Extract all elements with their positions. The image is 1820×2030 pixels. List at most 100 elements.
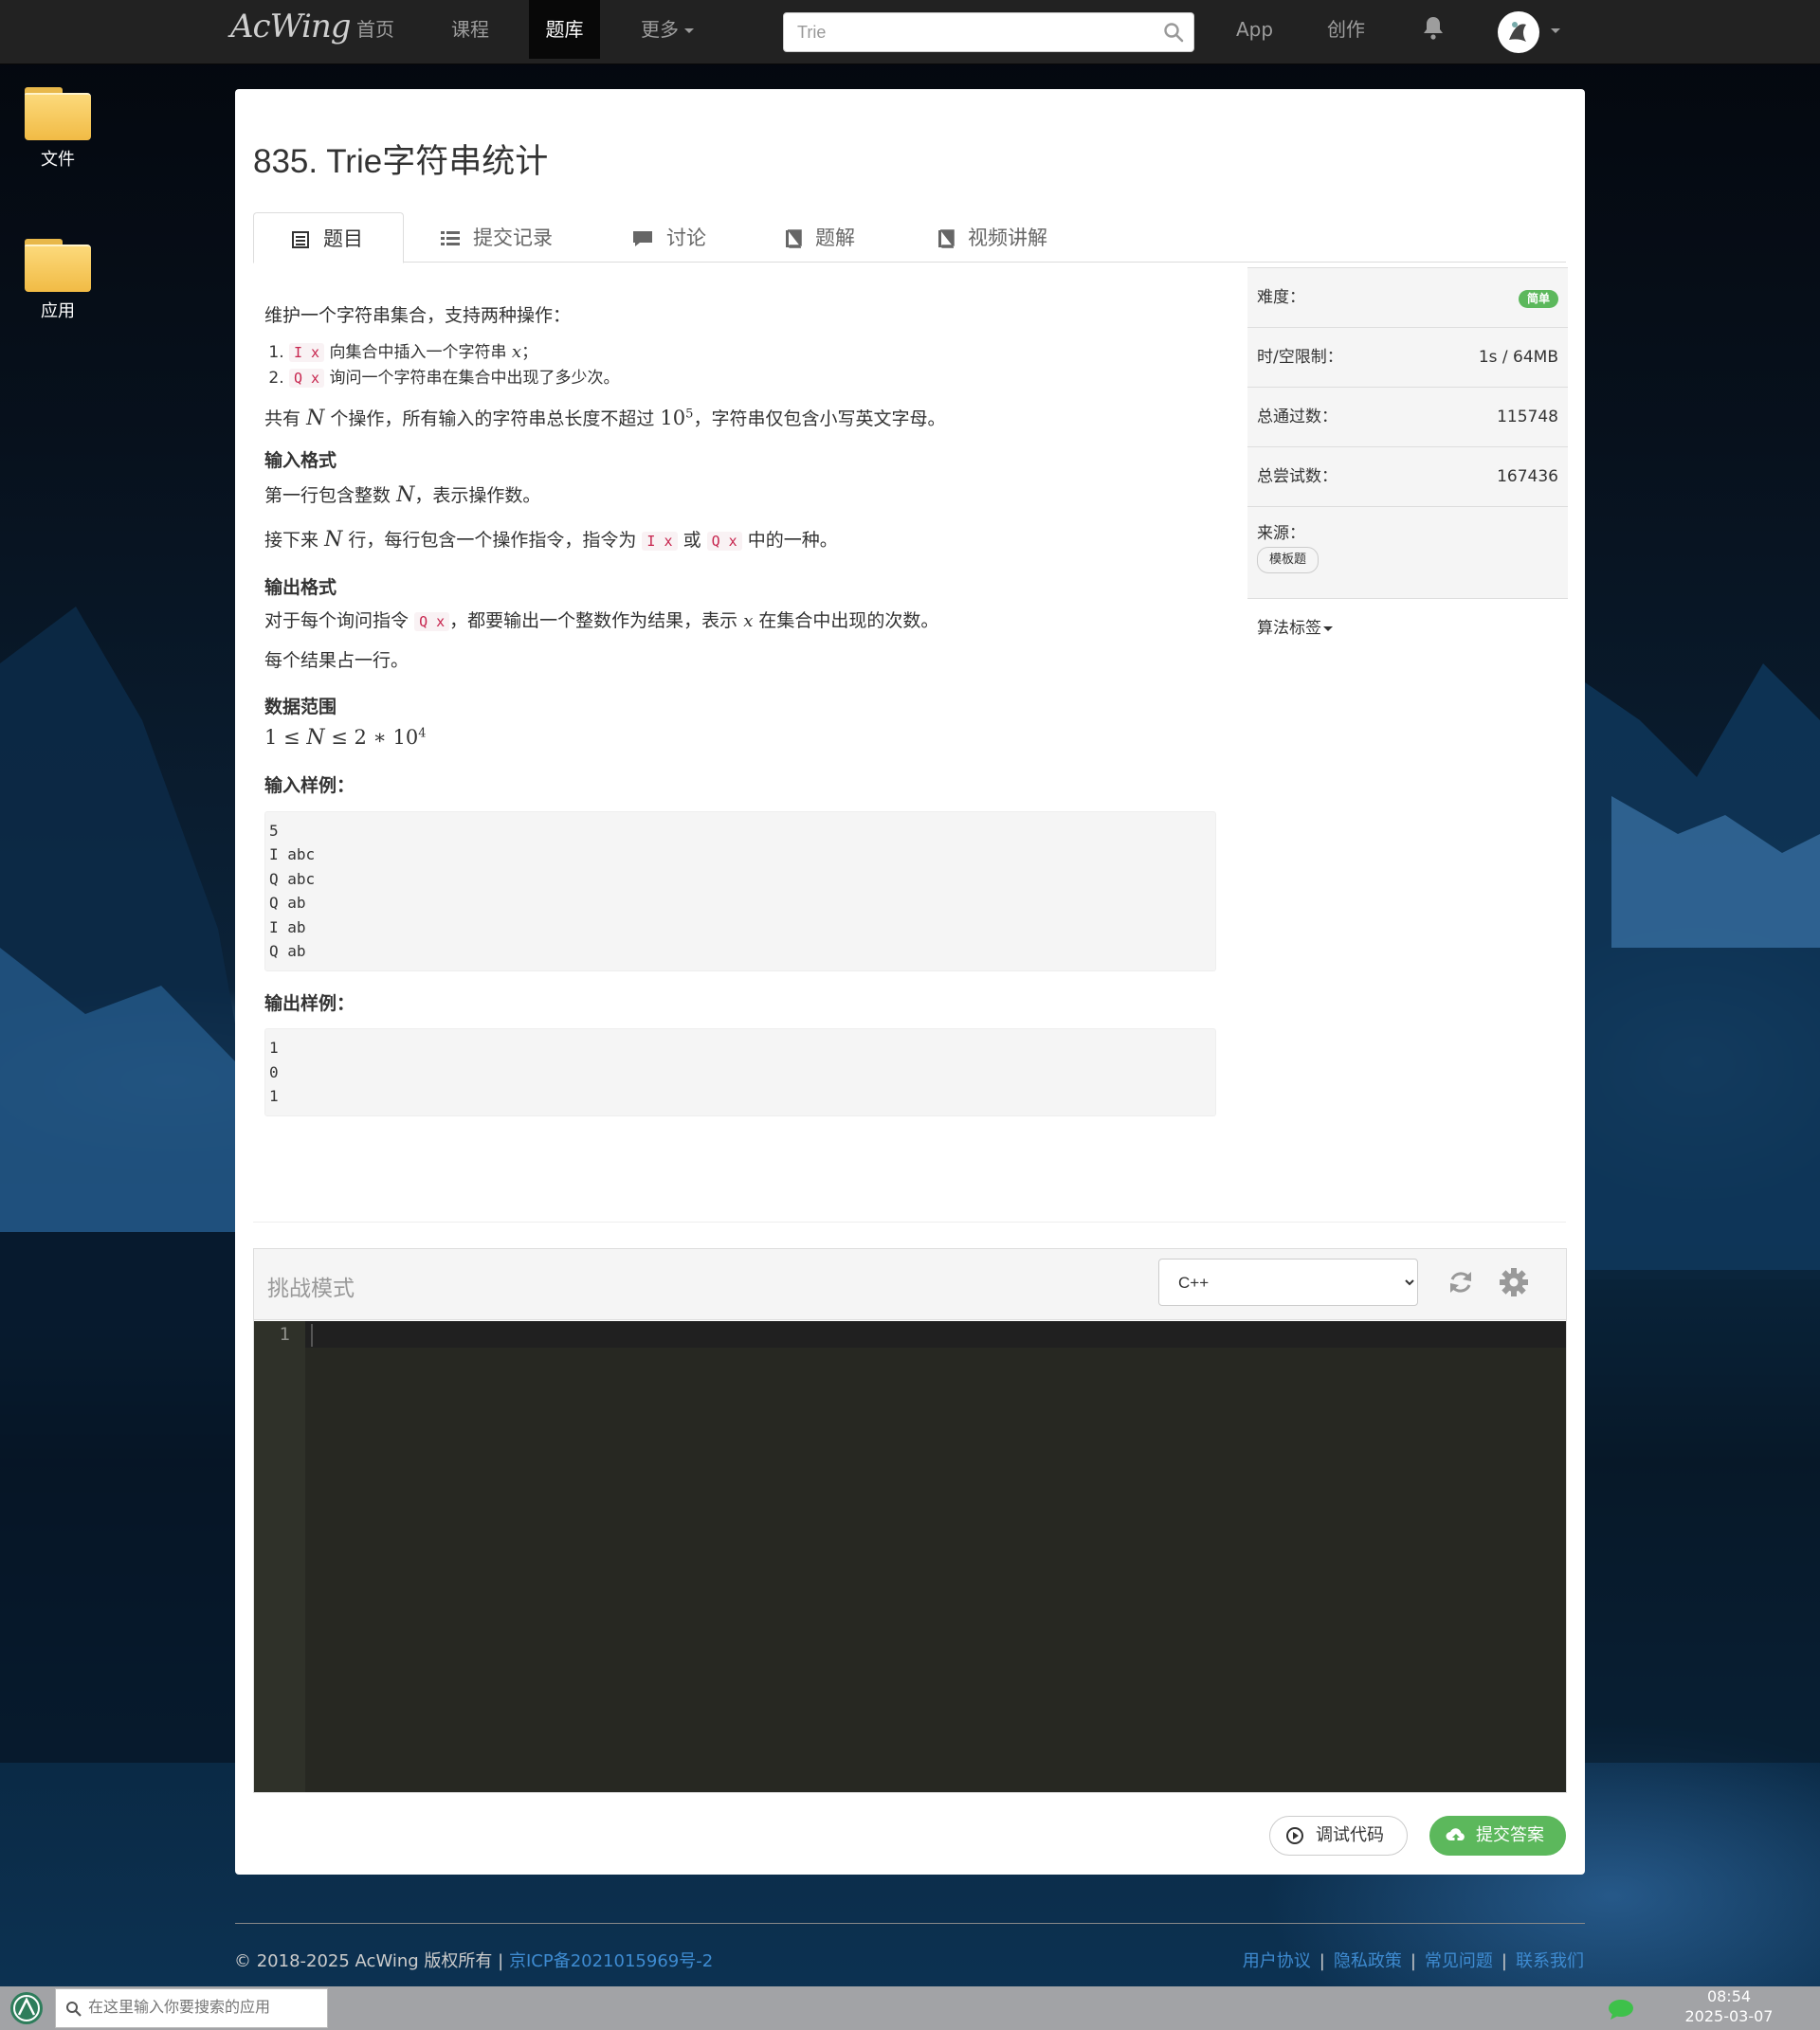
comment-icon [633,231,652,246]
text: ，表示操作数。 [414,485,541,506]
debug-code-button[interactable]: 调试代码 [1269,1816,1408,1856]
tab-discussion[interactable]: 讨论 [613,212,725,263]
problem-intro: 维护一个字符串集合，支持两种操作： [264,305,572,326]
user-menu-caret-icon[interactable] [1551,28,1560,33]
text-cursor [311,1324,313,1347]
search-icon [66,2002,82,2017]
nav-problems[interactable]: 题库 [529,0,600,59]
footer-sep: | [498,1951,504,1971]
gear-icon[interactable] [1499,1267,1529,1297]
footer-divider [235,1923,1585,1924]
nav-more-dropdown[interactable]: 更多 [624,0,711,59]
footer-link-privacy[interactable]: 隐私政策 [1334,1951,1402,1971]
text: 对于每个询问指令 [264,609,410,631]
desktop-icon-files[interactable]: 文件 [15,87,100,171]
section-heading: 输出格式 [264,577,337,598]
editor-toolbar: 挑战模式 C++ [254,1249,1566,1320]
inline-code: I x [289,342,325,362]
nav-create[interactable]: 创作 [1310,0,1382,59]
tab-solutions[interactable]: 题解 [766,212,874,263]
text: 共有 [264,408,301,429]
line-number: 1 [279,1324,290,1345]
problem-title: 835. Trie字符串统计 [253,143,549,180]
search-input[interactable] [784,13,1144,51]
section-heading: 输入格式 [264,449,337,471]
info-label: 时/空限制： [1257,348,1343,367]
start-menu-icon[interactable] [8,1990,46,2026]
chat-icon[interactable] [1607,1998,1635,2021]
section-heading: 输入样例： [264,775,355,796]
cloud-upload-icon [1446,1828,1465,1843]
icp-link[interactable]: 京ICP备2021015969号-2 [509,1951,713,1971]
list-icon [441,231,460,245]
code-editor-panel: 挑战模式 C++ 1 [253,1248,1567,1793]
folder-icon [25,87,91,140]
system-clock[interactable]: 08:54 2025-03-07 [1670,1986,1788,2026]
inline-code: Q x [706,532,742,551]
info-label: 总尝试数： [1257,467,1338,486]
info-value: 167436 [1497,467,1558,486]
math-num: 10 [660,406,686,429]
play-circle-icon [1286,1827,1303,1844]
text: 第一行包含整数 [264,485,391,506]
info-label: 算法标签 [1257,619,1321,638]
problem-info-sidebar: 难度： 简单 时/空限制： 1s / 64MB 总通过数： 115748 总尝试数： 1… [1247,267,1568,658]
taskbar-search [55,1988,328,2028]
line-gutter: 1 [254,1321,305,1792]
info-label: 难度： [1257,288,1305,307]
list-item: Q x 询问一个字符串在集合中出现了多少次。 [289,367,1222,391]
problem-tabs: 题目 提交记录 讨论 题解 视频讲解 [253,212,1566,263]
tab-description[interactable]: 题目 [253,212,404,263]
active-line [305,1321,1566,1348]
refresh-icon[interactable] [1447,1268,1475,1296]
problem-card: 835. Trie字符串统计 题目 提交记录 讨论 题解 视频讲解 维护一个字符… [235,89,1585,1875]
algorithm-tags-toggle[interactable]: 算法标签 [1247,598,1568,658]
text: ，字符串仅包含小写英文字母。 [693,408,946,429]
math: 1 ≤ [264,726,307,749]
tab-submissions[interactable]: 提交记录 [422,212,572,263]
paragraph: 接下来 N 行，每行包含一个操作指令，指令为 I x 或 Q x 中的一种。 [264,524,1222,555]
tried-row: 总尝试数： 167436 [1247,446,1568,506]
section-heading: 输出样例： [264,992,355,1014]
search-box [783,12,1194,52]
source-row: 来源： 模板题 [1247,506,1568,598]
operations-list: I x 向集合中插入一个字符串 x； Q x 询问一个字符串在集合中出现了多少次… [289,339,1222,391]
sample-input: 5 I abc Q abc Q ab I ab Q ab [264,810,1216,971]
acwing-logo[interactable]: AcWing [230,8,351,45]
tab-label: 题解 [815,227,855,249]
language-select[interactable]: C++ [1158,1259,1418,1306]
source-tag[interactable]: 模板题 [1257,547,1320,573]
footer-link-terms[interactable]: 用户协议 [1243,1951,1311,1971]
section-heading: 数据范围 [264,696,337,717]
code-area[interactable]: 1 [254,1321,1566,1792]
sample-output: 1 0 1 [264,1028,1216,1116]
submit-label: 提交答案 [1476,1825,1544,1845]
tab-label: 讨论 [666,227,706,249]
desktop-icon-apps[interactable]: 应用 [15,239,100,322]
nav-app[interactable]: App [1219,0,1290,59]
text: 中的一种。 [747,530,838,551]
user-avatar[interactable] [1498,11,1539,53]
text: 个操作，所有输入的字符串总长度不超过 [330,408,655,429]
nav-home[interactable]: 首页 [339,0,411,59]
info-label: 总通过数： [1257,408,1338,426]
submit-answer-button[interactable]: 提交答案 [1429,1816,1566,1856]
clock-time: 08:54 [1706,1987,1752,2005]
book-icon [786,229,802,248]
bell-icon[interactable] [1422,15,1445,40]
nav-courses[interactable]: 课程 [434,0,506,59]
problem-description: 维护一个字符串集合，支持两种操作： I x 向集合中插入一个字符串 x； Q x… [264,302,1222,1132]
math: ≤ 2 ∗ 10 [324,726,419,749]
tab-video[interactable]: 视频讲解 [919,212,1066,263]
folder-icon [25,239,91,292]
taskbar-search-input[interactable] [88,1989,306,2027]
footer-link-contact[interactable]: 联系我们 [1516,1951,1584,1971]
footer-link-faq[interactable]: 常见问题 [1425,1951,1493,1971]
challenge-mode-label[interactable]: 挑战模式 [267,1270,355,1302]
nav-more-label: 更多 [641,18,679,41]
text: ，都要输出一个整数作为结果，表示 [449,609,738,631]
caret-down-icon [684,28,694,33]
search-icon[interactable] [1163,22,1184,43]
tab-label: 视频讲解 [968,227,1047,249]
footer-sep: | [1410,1951,1416,1971]
